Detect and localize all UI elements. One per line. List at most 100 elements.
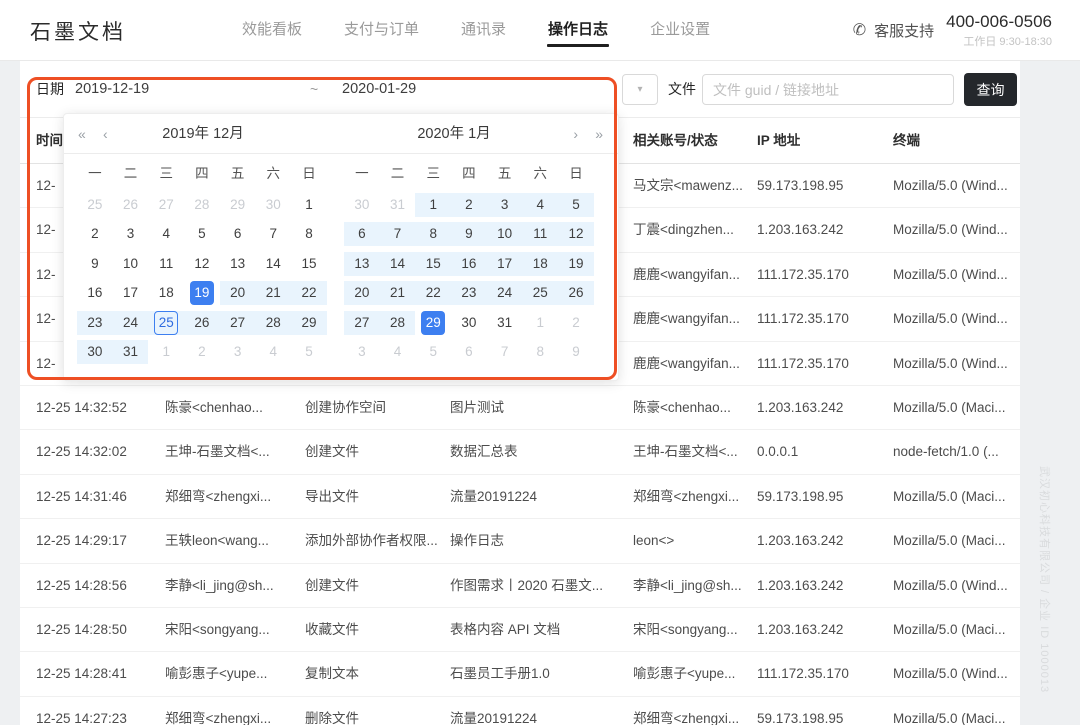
calendar-day-range[interactable]: 1 <box>415 193 451 217</box>
calendar-day-range[interactable]: 6 <box>344 222 380 246</box>
calendar-day-dim[interactable]: 31 <box>380 193 416 217</box>
calendar-day-dim[interactable]: 6 <box>451 340 487 364</box>
calendar-day-dim[interactable]: 1 <box>148 340 184 364</box>
query-button[interactable]: 查询 <box>964 73 1017 106</box>
calendar-day-range[interactable]: 25 <box>522 281 558 305</box>
calendar-day-selected[interactable]: 19 <box>184 281 220 305</box>
calendar-day-dim[interactable]: 8 <box>522 340 558 364</box>
calendar-day-dim[interactable]: 30 <box>255 193 291 217</box>
calendar-day-range[interactable]: 28 <box>255 311 291 335</box>
calendar-day-range[interactable]: 20 <box>220 281 256 305</box>
calendar-day-range[interactable]: 22 <box>415 281 451 305</box>
calendar-day-dim[interactable]: 1 <box>522 311 558 335</box>
next-year-button[interactable]: » <box>595 114 603 154</box>
file-guid-input[interactable] <box>702 74 954 105</box>
calendar-day-range[interactable]: 2 <box>451 193 487 217</box>
calendar-day-normal[interactable]: 17 <box>113 281 149 305</box>
calendar-day-normal[interactable]: 18 <box>148 281 184 305</box>
calendar-day-normal[interactable]: 12 <box>184 252 220 276</box>
calendar-day-range[interactable]: 12 <box>558 222 594 246</box>
calendar-day-range[interactable]: 18 <box>522 252 558 276</box>
calendar-day-range[interactable]: 10 <box>487 222 523 246</box>
date-start-input[interactable]: 2019-12-19 <box>75 61 149 118</box>
calendar-day-range[interactable]: 21 <box>380 281 416 305</box>
calendar-day-range[interactable]: 8 <box>415 222 451 246</box>
calendar-day-dim[interactable]: 29 <box>220 193 256 217</box>
calendar-day-range[interactable]: 24 <box>487 281 523 305</box>
calendar-day-normal[interactable]: 31 <box>487 311 523 335</box>
nav-tab-settings[interactable]: 企业设置 <box>650 0 710 60</box>
calendar-day-dim[interactable]: 28 <box>184 193 220 217</box>
calendar-day-dim[interactable]: 7 <box>487 340 523 364</box>
calendar-day-range[interactable]: 31 <box>113 340 149 364</box>
calendar-day-range[interactable]: 13 <box>344 252 380 276</box>
calendar-day-normal[interactable]: 9 <box>77 252 113 276</box>
calendar-day-dim[interactable]: 3 <box>220 340 256 364</box>
day-number: 2 <box>457 193 481 217</box>
calendar-day-range[interactable]: 16 <box>451 252 487 276</box>
nav-tab-logs[interactable]: 操作日志 <box>548 0 608 60</box>
calendar-day-range[interactable]: 29 <box>291 311 327 335</box>
calendar-day-range[interactable]: 26 <box>184 311 220 335</box>
calendar-day-range[interactable]: 24 <box>113 311 149 335</box>
calendar-day-dim[interactable]: 25 <box>77 193 113 217</box>
calendar-day-normal[interactable]: 4 <box>148 222 184 246</box>
calendar-day-range[interactable]: 5 <box>558 193 594 217</box>
calendar-day-range[interactable]: 9 <box>451 222 487 246</box>
calendar-day-dim[interactable]: 3 <box>344 340 380 364</box>
calendar-day-dim[interactable]: 4 <box>380 340 416 364</box>
calendar-day-dim[interactable]: 9 <box>558 340 594 364</box>
day-number: 6 <box>350 222 374 246</box>
calendar-day-normal[interactable]: 2 <box>77 222 113 246</box>
calendar-day-dim[interactable]: 2 <box>184 340 220 364</box>
calendar-day-normal[interactable]: 15 <box>291 252 327 276</box>
calendar-day-range[interactable]: 28 <box>380 311 416 335</box>
calendar-day-range[interactable]: 4 <box>522 193 558 217</box>
calendar-day-today[interactable]: 25 <box>148 311 184 335</box>
calendar-day-range[interactable]: 30 <box>77 340 113 364</box>
calendar-day-range[interactable]: 17 <box>487 252 523 276</box>
date-end-input[interactable]: 2020-01-29 <box>342 61 416 118</box>
calendar-day-dim[interactable]: 2 <box>558 311 594 335</box>
calendar-day-normal[interactable]: 14 <box>255 252 291 276</box>
calendar-day-dim[interactable]: 27 <box>148 193 184 217</box>
calendar-day-range[interactable]: 26 <box>558 281 594 305</box>
nav-tab-payment[interactable]: 支付与订单 <box>344 0 419 60</box>
next-month-button[interactable]: › <box>573 114 578 154</box>
calendar-day-range[interactable]: 22 <box>291 281 327 305</box>
calendar-day-dim[interactable]: 5 <box>291 340 327 364</box>
calendar-day-range[interactable]: 19 <box>558 252 594 276</box>
calendar-day-selected[interactable]: 29 <box>415 311 451 335</box>
date-type-dropdown[interactable]: ▾ <box>622 74 658 105</box>
calendar-day-normal[interactable]: 7 <box>255 222 291 246</box>
calendar-day-normal[interactable]: 11 <box>148 252 184 276</box>
calendar-day-normal[interactable]: 16 <box>77 281 113 305</box>
calendar-day-range[interactable]: 7 <box>380 222 416 246</box>
calendar-day-dim[interactable]: 26 <box>113 193 149 217</box>
calendar-day-dim[interactable]: 5 <box>415 340 451 364</box>
calendar-day-range[interactable]: 21 <box>255 281 291 305</box>
calendar-day-normal[interactable]: 8 <box>291 222 327 246</box>
calendar-day-range[interactable]: 23 <box>451 281 487 305</box>
nav-tab-contacts[interactable]: 通讯录 <box>461 0 506 60</box>
nav-tab-dashboard[interactable]: 效能看板 <box>242 0 302 60</box>
calendar-day-normal[interactable]: 6 <box>220 222 256 246</box>
calendar-day-range[interactable]: 27 <box>220 311 256 335</box>
calendar-day-range[interactable]: 3 <box>487 193 523 217</box>
calendar-day-dim[interactable]: 4 <box>255 340 291 364</box>
calendar-day-dim[interactable]: 30 <box>344 193 380 217</box>
calendar-day-range[interactable]: 14 <box>380 252 416 276</box>
calendar-day-normal[interactable]: 3 <box>113 222 149 246</box>
calendar-day-normal[interactable]: 10 <box>113 252 149 276</box>
weekday-row: 一二三四五六日 <box>344 154 594 190</box>
calendar-day-range[interactable]: 27 <box>344 311 380 335</box>
calendar-day-normal[interactable]: 13 <box>220 252 256 276</box>
calendar-day-normal[interactable]: 1 <box>291 193 327 217</box>
calendar-day-range[interactable]: 23 <box>77 311 113 335</box>
calendar-day-normal[interactable]: 30 <box>451 311 487 335</box>
calendar-day-range[interactable]: 20 <box>344 281 380 305</box>
calendar-day-range[interactable]: 15 <box>415 252 451 276</box>
day-number: 3 <box>226 340 250 364</box>
calendar-day-normal[interactable]: 5 <box>184 222 220 246</box>
calendar-day-range[interactable]: 11 <box>522 222 558 246</box>
